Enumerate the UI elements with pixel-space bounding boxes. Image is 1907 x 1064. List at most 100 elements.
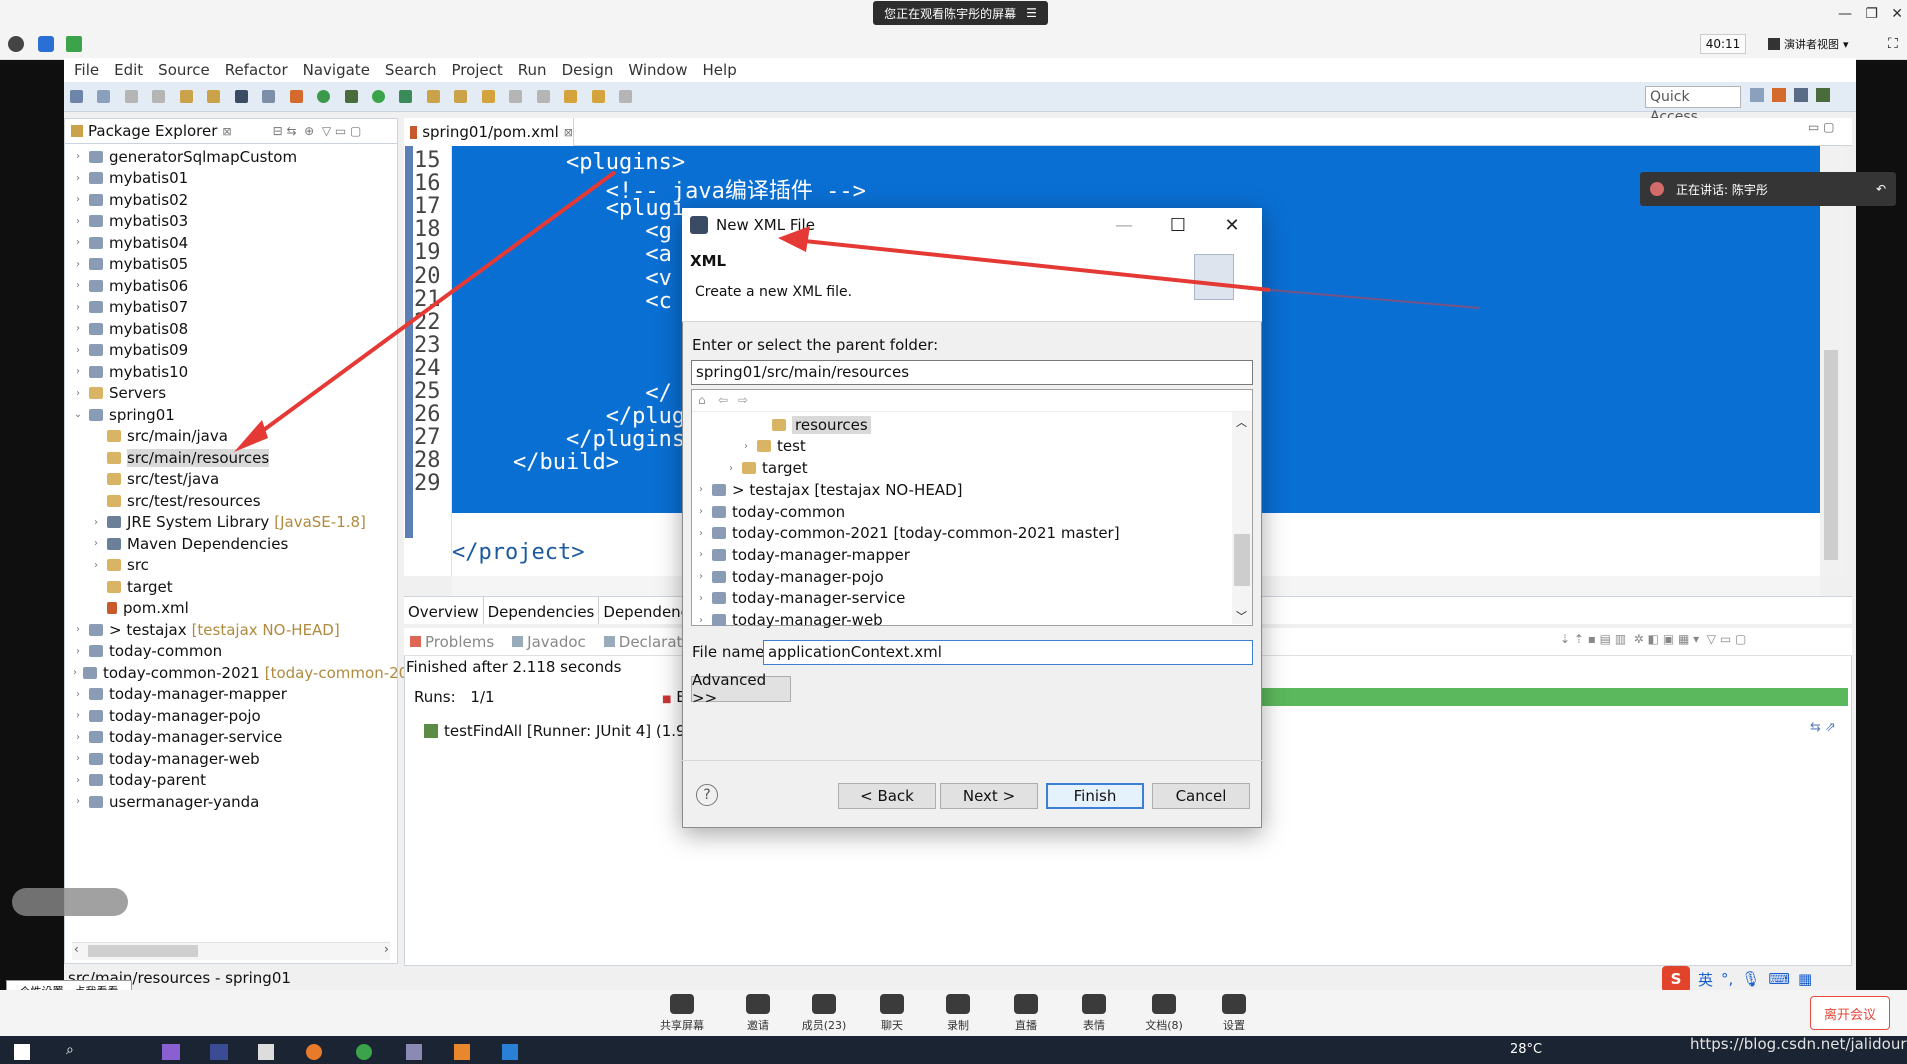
reply-icon[interactable]: ↶ xyxy=(1876,182,1886,196)
record-button[interactable]: 录制 xyxy=(930,994,986,1036)
compare-icon[interactable]: ⇆ ⇗ xyxy=(1810,720,1836,735)
forward-arrow-icon[interactable]: ⇨ xyxy=(738,393,748,407)
fullscreen-icon[interactable]: ⛶ xyxy=(1888,36,1898,52)
menu-project[interactable]: Project xyxy=(445,61,511,79)
scrollbar-thumb[interactable] xyxy=(88,945,198,957)
scroll-right-icon[interactable]: › xyxy=(384,942,389,956)
chevron-right-icon[interactable]: › xyxy=(73,775,83,786)
menu-file[interactable]: File xyxy=(68,61,108,79)
chevron-right-icon[interactable]: › xyxy=(696,528,706,539)
junit-toolbar[interactable]: ⇣ ⇡ ▪ ▤ ▥ ✲ ◧ ▣ ▦ ▾ ▽ ▭ ▢ xyxy=(1560,632,1746,646)
editor-tab-pom[interactable]: spring01/pom.xml ⊠ xyxy=(404,118,574,146)
punctuation-icon[interactable]: °, xyxy=(1721,970,1733,988)
chevron-right-icon[interactable]: › xyxy=(73,646,83,657)
chevron-right-icon[interactable]: › xyxy=(73,216,83,227)
package-tree-item[interactable]: › > testajax [testajax NO-HEAD] xyxy=(73,619,397,641)
share-screen-button[interactable]: 共享屏幕 xyxy=(654,994,710,1036)
folder-tree-scrollbar[interactable] xyxy=(1232,412,1252,624)
menu-run[interactable]: Run xyxy=(512,61,556,79)
tab-overview[interactable]: Overview xyxy=(404,597,484,624)
live-button[interactable]: 直播 xyxy=(998,994,1054,1036)
browser-icon[interactable] xyxy=(356,1044,372,1060)
package-tree-item[interactable]: › JRE System Library [JavaSE-1.8] xyxy=(73,512,397,534)
close-icon[interactable]: ✕ xyxy=(1210,208,1254,242)
invite-button[interactable]: 邀请 xyxy=(730,994,786,1036)
package-tree-item[interactable]: › mybatis03 xyxy=(73,211,397,233)
package-tree-item[interactable]: › today-parent xyxy=(73,770,397,792)
last-edit-icon[interactable] xyxy=(564,90,578,103)
refresh-icon[interactable] xyxy=(317,90,331,103)
file-name-input[interactable]: applicationContext.xml xyxy=(763,640,1253,665)
chevron-right-icon[interactable]: › xyxy=(73,194,83,205)
java-ee-perspective-icon[interactable] xyxy=(1772,88,1786,102)
package-tree-item[interactable]: › today-common-2021 [today-common-202 xyxy=(73,662,418,684)
file-icon[interactable] xyxy=(258,1044,274,1060)
package-tree-item[interactable]: › mybatis01 xyxy=(73,168,397,190)
folder-tree-item[interactable]: resources xyxy=(756,414,871,436)
debug-icon[interactable] xyxy=(344,90,358,103)
next-annotation-icon[interactable] xyxy=(536,90,550,103)
package-tree-item[interactable]: src/test/resources xyxy=(73,490,397,512)
package-tree-item[interactable]: › today-manager-mapper xyxy=(73,684,397,706)
chat-button[interactable]: 聊天 xyxy=(864,994,920,1036)
package-tree-item[interactable]: src/main/resources xyxy=(73,447,397,469)
next-button[interactable]: Next > xyxy=(940,783,1038,809)
parent-folder-input[interactable]: spring01/src/main/resources xyxy=(691,360,1253,385)
visual-studio-icon[interactable] xyxy=(162,1044,180,1060)
folder-tree-scroll-thumb[interactable] xyxy=(1234,534,1250,586)
folder-tree-item[interactable]: › today-manager-pojo xyxy=(696,566,884,588)
annotation-icon[interactable] xyxy=(509,90,523,103)
apps-icon[interactable]: ▦ xyxy=(1798,970,1812,988)
folder-tree-item[interactable]: › today-manager-web xyxy=(696,609,883,631)
chevron-right-icon[interactable]: › xyxy=(73,280,83,291)
build-icon[interactable] xyxy=(207,90,221,103)
open-perspective-icon[interactable] xyxy=(1750,88,1764,102)
menu-window[interactable]: Window xyxy=(622,61,696,79)
debug-perspective-icon[interactable] xyxy=(1816,88,1830,102)
help-button[interactable]: ? xyxy=(696,784,718,806)
package-tree-item[interactable]: › mybatis02 xyxy=(73,189,397,211)
close-icon[interactable]: ⊠ xyxy=(564,126,573,139)
chevron-right-icon[interactable]: › xyxy=(91,517,101,528)
package-tree-item[interactable]: › mybatis04 xyxy=(73,232,397,254)
package-tree-item[interactable]: › src xyxy=(73,555,397,577)
open-icon[interactable] xyxy=(97,90,111,103)
back-button[interactable]: < Back xyxy=(838,783,936,809)
chevron-right-icon[interactable]: › xyxy=(696,593,706,604)
chevron-right-icon[interactable]: › xyxy=(696,549,706,560)
menu-help[interactable]: Help xyxy=(697,61,746,79)
chevron-right-icon[interactable]: › xyxy=(73,366,83,377)
chevron-right-icon[interactable]: › xyxy=(696,506,706,517)
package-tree-item[interactable]: › mybatis07 xyxy=(73,297,397,319)
view-mode-button[interactable]: 演讲者视图 ▾ xyxy=(1768,34,1878,54)
new-class-icon[interactable] xyxy=(454,90,468,103)
terminal-icon[interactable] xyxy=(234,90,248,103)
members-button[interactable]: 成员(23) xyxy=(796,994,852,1036)
package-tree-item[interactable]: › today-manager-web xyxy=(73,748,397,770)
settings-button[interactable]: 设置 xyxy=(1206,994,1262,1036)
floating-toolbar[interactable] xyxy=(12,888,128,916)
close-icon[interactable]: ⊠ xyxy=(222,125,231,138)
java-perspective-icon[interactable] xyxy=(1794,88,1808,102)
menu-edit[interactable]: Edit xyxy=(108,61,152,79)
editor-min-max[interactable]: ▭ ▢ xyxy=(1808,120,1835,134)
chevron-right-icon[interactable]: › xyxy=(73,345,83,356)
view-toolbar[interactable]: ⊟ ⇆ ⊕ ▽ ▭ ▢ xyxy=(273,124,362,138)
package-tree-item[interactable]: › generatorSqlmapCustom xyxy=(73,146,397,168)
folder-tree-item[interactable]: › > testajax [testajax NO-HEAD] xyxy=(696,479,962,501)
chevron-right-icon[interactable]: › xyxy=(73,259,83,270)
keyboard-icon[interactable]: ⌨ xyxy=(1768,970,1790,988)
tab-javadoc[interactable]: Javadoc xyxy=(512,633,586,651)
menu-design[interactable]: Design xyxy=(556,61,623,79)
powershell-icon[interactable] xyxy=(210,1044,228,1060)
package-tree-item[interactable]: › mybatis08 xyxy=(73,318,397,340)
quick-access-input[interactable]: Quick Access xyxy=(1645,86,1741,125)
sogou-icon[interactable]: S xyxy=(1662,966,1690,992)
maximize-icon[interactable]: ☐ xyxy=(1156,208,1200,242)
save-icon[interactable] xyxy=(124,90,138,103)
chevron-right-icon[interactable]: › xyxy=(91,560,101,571)
package-tree-item[interactable]: › today-common xyxy=(73,641,397,663)
save-all-icon[interactable] xyxy=(152,90,166,103)
tab-problems[interactable]: Problems xyxy=(410,633,494,651)
folder-tree-item[interactable]: › today-common xyxy=(696,501,845,523)
